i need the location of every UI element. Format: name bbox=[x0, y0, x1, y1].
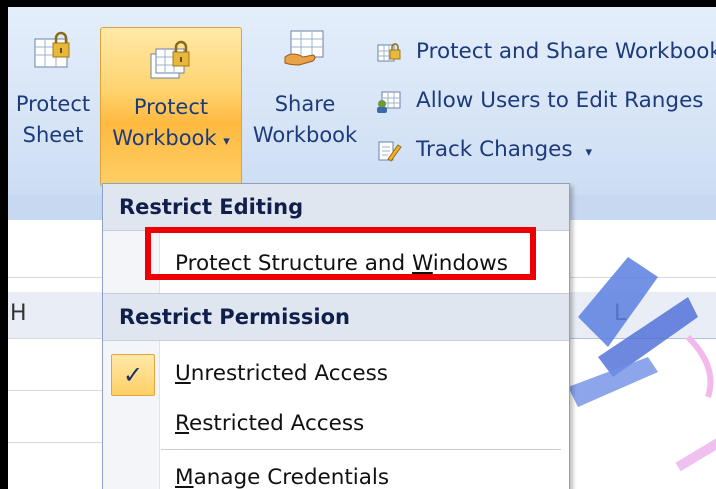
restrict-editing-label: Restrict Editing bbox=[119, 195, 304, 219]
unrestricted-text: nrestricted Access bbox=[190, 361, 388, 386]
grid-line bbox=[8, 442, 102, 443]
accelerator-m: M bbox=[175, 465, 194, 489]
protect-share-icon bbox=[376, 41, 402, 65]
menu-separator bbox=[161, 449, 561, 450]
manage-credentials-label: Manage Credentials bbox=[175, 465, 389, 489]
share-workbook-button[interactable]: Share Workbook bbox=[246, 27, 364, 151]
unrestricted-access-label: Unrestricted Access bbox=[175, 361, 388, 386]
lock-sheet-icon bbox=[31, 27, 75, 71]
checkmark-icon: ✓ bbox=[111, 354, 155, 396]
protect-workbook-label-2: Workbook bbox=[112, 126, 217, 150]
column-header-h[interactable]: H bbox=[8, 292, 102, 339]
chevron-down-icon: ▾ bbox=[223, 134, 230, 149]
protect-workbook-button[interactable]: Protect Workbook ▾ bbox=[100, 27, 242, 187]
share-workbook-label-2: Workbook bbox=[252, 123, 358, 147]
red-highlight-box bbox=[145, 227, 536, 280]
chevron-down-icon: ▾ bbox=[585, 145, 592, 160]
track-changes-icon bbox=[376, 139, 402, 163]
restrict-permission-label: Restrict Permission bbox=[119, 305, 350, 329]
protect-sheet-label-1: Protect bbox=[15, 92, 91, 116]
track-changes-label-row: Track Changes ▾ bbox=[416, 137, 592, 162]
restrict-permission-header: Restrict Permission bbox=[103, 293, 569, 341]
restrict-editing-header: Restrict Editing bbox=[103, 184, 569, 231]
grid-line bbox=[8, 338, 102, 339]
restricted-access-item[interactable]: Restricted Access bbox=[161, 402, 565, 446]
protect-workbook-label-2-row: Workbook ▾ bbox=[101, 123, 241, 157]
grid-line bbox=[8, 390, 102, 391]
accelerator-r: R bbox=[175, 411, 189, 436]
watermark-graphic bbox=[568, 237, 716, 489]
restricted-access-label: Restricted Access bbox=[175, 411, 364, 436]
unrestricted-access-item[interactable]: Unrestricted Access bbox=[161, 352, 565, 396]
allow-users-label: Allow Users to Edit Ranges bbox=[416, 88, 704, 113]
allow-users-icon bbox=[376, 90, 402, 114]
track-changes-label: Track Changes bbox=[416, 137, 573, 162]
share-workbook-label-1: Share bbox=[274, 92, 336, 116]
column-label-h: H bbox=[10, 301, 27, 326]
manage-text: anage Credentials bbox=[193, 465, 390, 489]
manage-credentials-item[interactable]: Manage Credentials bbox=[161, 456, 565, 489]
protect-sheet-label-2: Sheet bbox=[22, 123, 84, 147]
restricted-text: estricted Access bbox=[188, 411, 365, 436]
protect-share-label: Protect and Share Workbook bbox=[416, 39, 716, 64]
protect-workbook-label-1: Protect bbox=[133, 95, 209, 119]
protect-sheet-button[interactable]: Protect Sheet bbox=[10, 27, 96, 151]
share-workbook-icon bbox=[283, 27, 327, 71]
excel-window: Protect Sheet Protect Workbook ▾ Share W… bbox=[8, 7, 716, 489]
lock-workbook-icon bbox=[149, 38, 193, 82]
accelerator-u: U bbox=[175, 361, 191, 386]
